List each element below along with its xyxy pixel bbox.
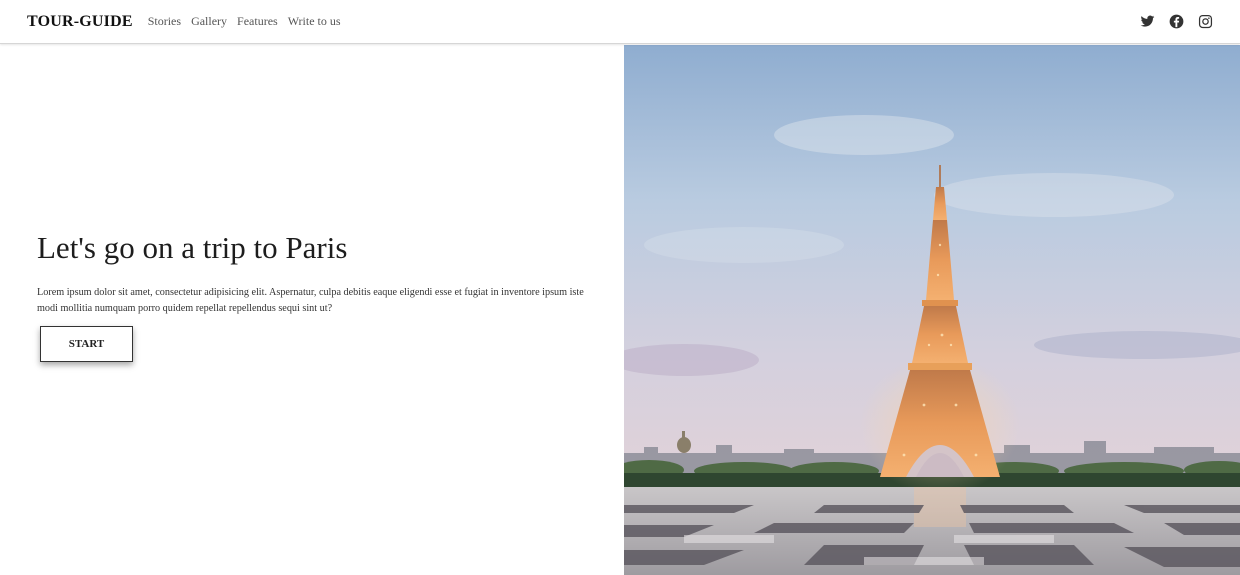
instagram-icon[interactable]	[1198, 14, 1213, 29]
nav-link-stories[interactable]: Stories	[148, 14, 181, 29]
nav-link-write-to-us[interactable]: Write to us	[288, 14, 341, 29]
start-button[interactable]: START	[40, 326, 133, 362]
facebook-icon[interactable]	[1169, 14, 1184, 29]
hero-title: Let's go on a trip to Paris	[37, 230, 348, 265]
eiffel-tower-photo	[624, 45, 1240, 575]
top-navbar: TOUR-GUIDE Stories Gallery Features Writ…	[0, 0, 1240, 44]
nav-link-features[interactable]: Features	[237, 14, 278, 29]
hero-description: Lorem ipsum dolor sit amet, consectetur …	[37, 287, 584, 314]
hero-image	[624, 45, 1240, 575]
nav-link-gallery[interactable]: Gallery	[191, 14, 227, 29]
main-nav: Stories Gallery Features Write to us	[148, 14, 341, 29]
brand-logo[interactable]: TOUR-GUIDE	[27, 13, 133, 31]
social-links	[1140, 14, 1213, 29]
twitter-icon[interactable]	[1140, 14, 1155, 29]
hero-content: Let's go on a trip to Paris Lorem ipsum …	[0, 45, 624, 575]
